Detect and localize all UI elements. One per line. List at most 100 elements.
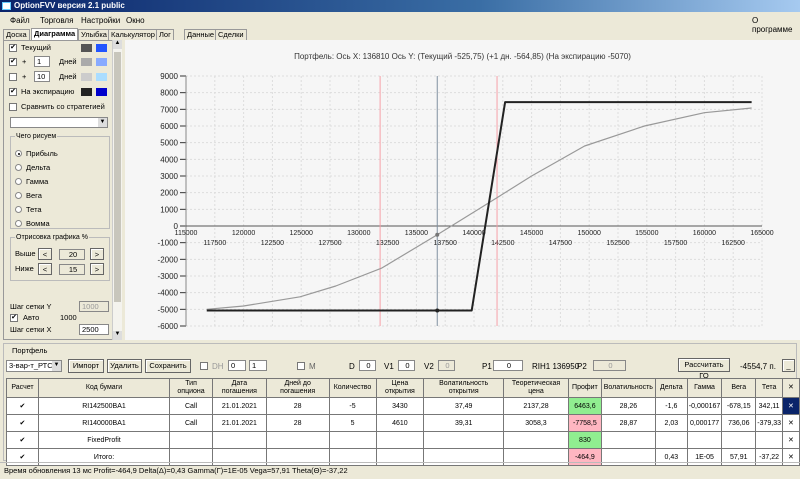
column-header[interactable]: Код бумаги: [37, 378, 171, 398]
tab-data[interactable]: Данные: [184, 29, 218, 40]
plus10-greek-color-swatch[interactable]: [96, 73, 107, 81]
remove-row-button[interactable]: ✕: [781, 414, 800, 432]
current-color-swatch[interactable]: [81, 44, 92, 52]
left-panel-scrollbar[interactable]: ▲ ▼: [112, 40, 122, 340]
compare-checkbox[interactable]: [9, 103, 17, 111]
column-header[interactable]: Волатильность: [600, 378, 656, 398]
d-input[interactable]: 0: [359, 360, 376, 371]
menu-trading[interactable]: Торговля: [40, 16, 73, 25]
radio-button[interactable]: [15, 164, 22, 171]
x-tick-label: 130000: [347, 230, 370, 237]
grid-y-input[interactable]: 1000: [79, 301, 109, 312]
save-button[interactable]: Сохранить: [145, 359, 191, 373]
column-header[interactable]: Профит: [567, 378, 602, 398]
column-header[interactable]: Расчет: [6, 378, 39, 398]
column-header[interactable]: Тип опциона: [169, 378, 213, 398]
below-input[interactable]: 15: [59, 264, 85, 275]
x-tick-label: 147500: [549, 240, 572, 247]
current-greek-color-swatch[interactable]: [96, 44, 107, 52]
column-header[interactable]: Количество: [328, 378, 377, 398]
tab-diagram[interactable]: Диаграмма: [31, 28, 79, 40]
diagram-settings-panel: ✔ Текущий ✔ + 1 Дней + 10 Дней ✔ На эксп…: [3, 40, 122, 340]
menu-file[interactable]: Файл: [10, 16, 30, 25]
above-input[interactable]: 20: [59, 249, 85, 260]
column-header[interactable]: Тета: [755, 378, 783, 398]
plus10-days-input[interactable]: 10: [34, 71, 50, 82]
tab-deals[interactable]: Сделки: [215, 29, 247, 40]
column-header[interactable]: ✕: [781, 378, 800, 398]
radio-button[interactable]: [15, 150, 22, 157]
plus1-color-swatch[interactable]: [81, 58, 92, 66]
table-cell: 0,000177: [686, 414, 723, 432]
portfolio-select[interactable]: 3-вар-т_РТС ▼: [6, 360, 62, 372]
remove-row-button[interactable]: ✕: [781, 397, 800, 415]
scroll-thumb[interactable]: [114, 52, 121, 302]
tab-calculator[interactable]: Калькулятор: [108, 29, 158, 40]
expiry-checkbox[interactable]: ✔: [9, 88, 17, 96]
scroll-up-icon[interactable]: ▲: [113, 40, 122, 49]
scroll-down-icon[interactable]: ▼: [113, 331, 122, 340]
expiry-greek-color-swatch[interactable]: [96, 88, 107, 96]
p1-input[interactable]: 0: [493, 360, 523, 371]
calc-checkbox[interactable]: ✔: [6, 414, 39, 432]
spin1-input[interactable]: 0: [228, 360, 246, 371]
column-header[interactable]: Гамма: [686, 378, 723, 398]
auto-checkbox[interactable]: ✔: [10, 314, 18, 322]
x-tick-label: 135000: [405, 230, 428, 237]
column-header[interactable]: Теоретическая цена: [503, 378, 569, 398]
table-cell: 342,11: [755, 397, 783, 415]
menu-settings[interactable]: Настройки: [81, 16, 120, 25]
tab-board[interactable]: Доска: [3, 29, 30, 40]
v2-input[interactable]: 0: [438, 360, 455, 371]
radio-label: Гамма: [26, 177, 49, 186]
radio-button[interactable]: [15, 206, 22, 213]
column-header[interactable]: Дата погашения: [211, 378, 267, 398]
column-header[interactable]: Дней до погашения: [265, 378, 330, 398]
delete-button[interactable]: Удалить: [107, 359, 142, 373]
menu-about[interactable]: О программе: [752, 16, 800, 34]
remove-row-button[interactable]: ✕: [781, 431, 800, 449]
menu-window[interactable]: Окно: [126, 16, 145, 25]
plus10-color-swatch[interactable]: [81, 73, 92, 81]
table-cell: [423, 431, 505, 449]
radio-button[interactable]: [15, 220, 22, 227]
plus1-days-input[interactable]: 1: [34, 56, 50, 67]
strategy-select[interactable]: ▼: [10, 117, 108, 128]
table-row[interactable]: ✔ FixedProfit 830 ✕: [6, 431, 800, 449]
tab-smile[interactable]: Улыбка: [78, 29, 110, 40]
below-increase-button[interactable]: >: [90, 263, 104, 275]
spin2-input[interactable]: 1: [249, 360, 267, 371]
column-header[interactable]: Дельта: [654, 378, 688, 398]
x-tick-label: 145000: [520, 230, 543, 237]
below-decrease-button[interactable]: <: [38, 263, 52, 275]
calc-checkbox[interactable]: ✔: [6, 397, 39, 415]
plus10-checkbox[interactable]: [9, 73, 17, 81]
column-header[interactable]: Волатильность открытия: [423, 378, 505, 398]
calc-checkbox[interactable]: ✔: [6, 431, 39, 449]
p2-input[interactable]: 0: [593, 360, 626, 371]
calc-margin-button[interactable]: Рассчитать ГО: [678, 358, 730, 380]
radio-button[interactable]: [15, 178, 22, 185]
dh-checkbox[interactable]: [200, 362, 208, 370]
v1-input[interactable]: 0: [398, 360, 415, 371]
column-header[interactable]: Цена открытия: [375, 378, 425, 398]
tab-log[interactable]: Лог: [156, 29, 174, 40]
above-increase-button[interactable]: >: [90, 248, 104, 260]
table-row[interactable]: ✔ RI142500BA1 Call 21.01.2021 28 -5 3430 37,49 2…: [6, 397, 800, 415]
radio-button[interactable]: [15, 192, 22, 199]
current-checkbox[interactable]: ✔: [9, 44, 17, 52]
column-header[interactable]: Вега: [721, 378, 757, 398]
plus1-checkbox[interactable]: ✔: [9, 58, 17, 66]
minimize-button[interactable]: _: [782, 359, 795, 372]
expiry-color-swatch[interactable]: [81, 88, 92, 96]
above-decrease-button[interactable]: <: [38, 248, 52, 260]
table-cell: 2,03: [654, 414, 688, 432]
plus-label: +: [22, 72, 27, 81]
chevron-down-icon[interactable]: ▼: [52, 361, 61, 371]
m-checkbox[interactable]: [297, 362, 305, 370]
grid-x-input[interactable]: 2500: [79, 324, 109, 335]
table-row[interactable]: ✔ RI140000BA1 Call 21.01.2021 28 5 4610 39,31 30…: [6, 414, 800, 432]
import-button[interactable]: Импорт: [68, 359, 104, 373]
plus1-greek-color-swatch[interactable]: [96, 58, 107, 66]
chevron-down-icon[interactable]: ▼: [98, 118, 107, 127]
